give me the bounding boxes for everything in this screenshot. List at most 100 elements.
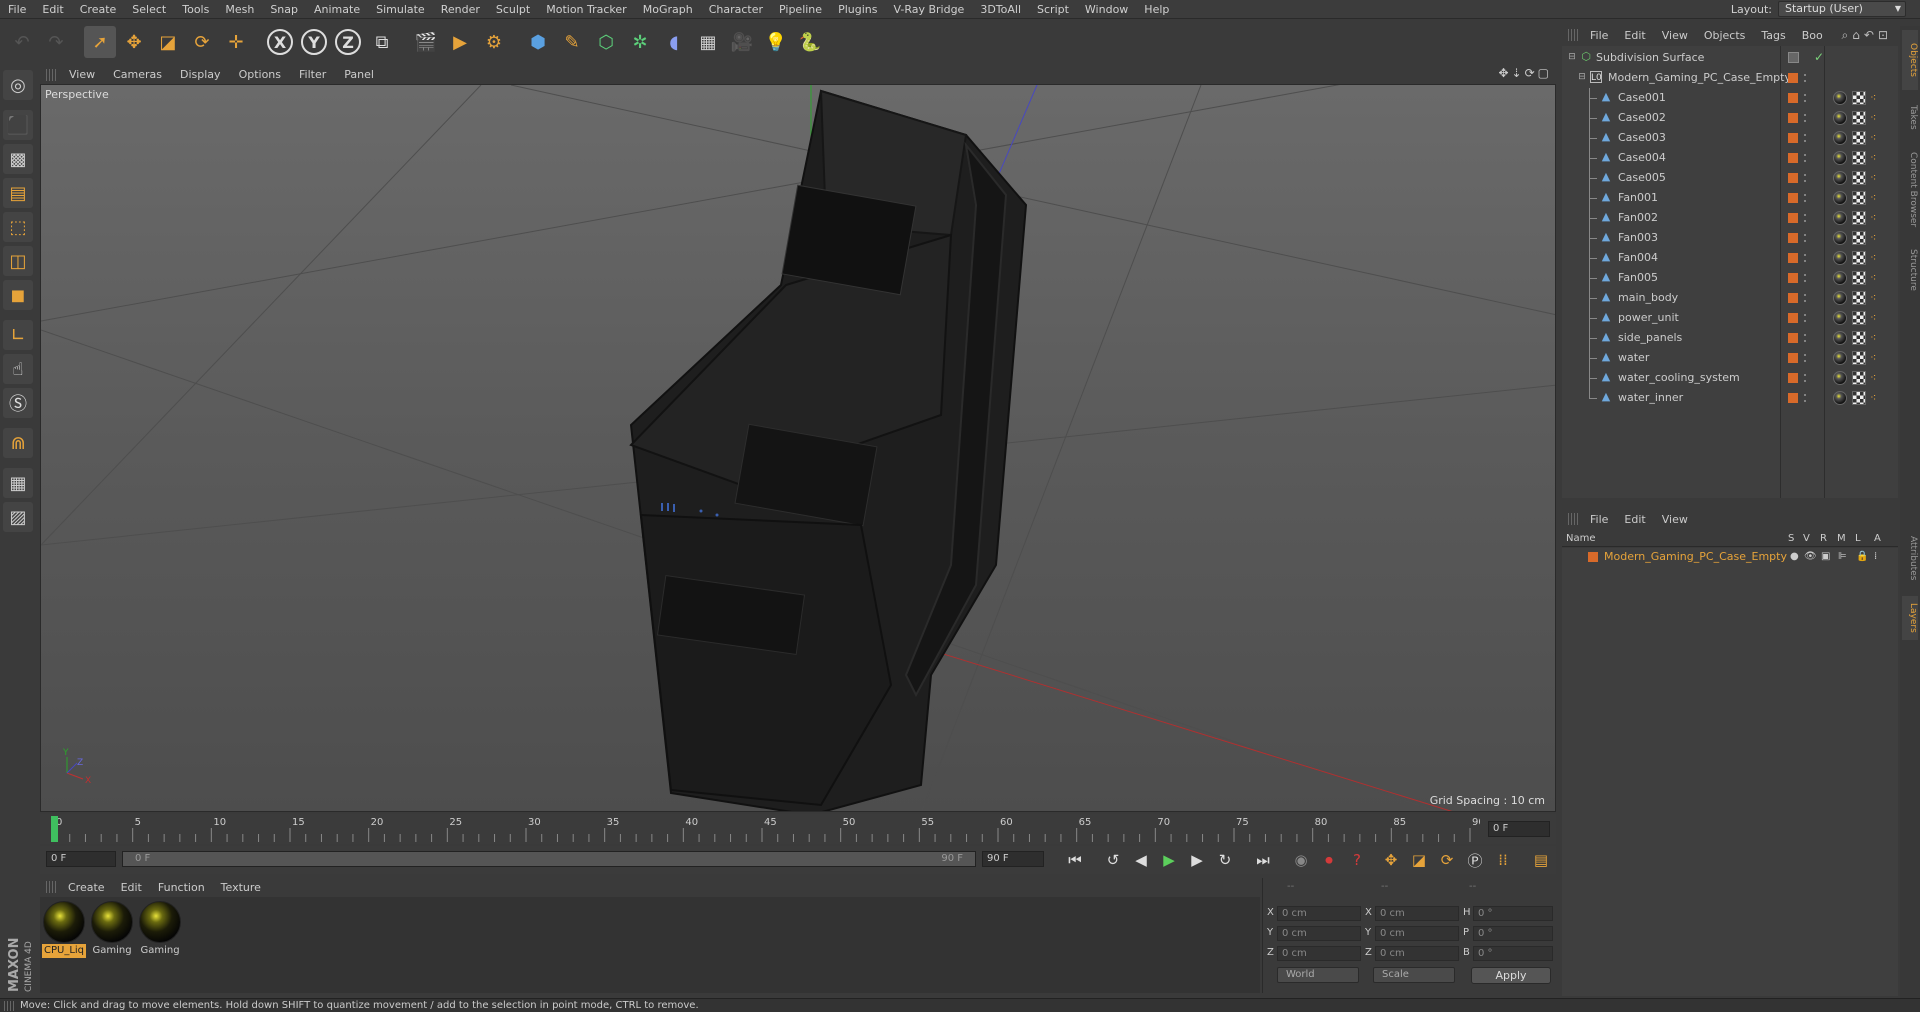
material-tag-icon[interactable] xyxy=(1833,351,1847,365)
uvw-tag-icon[interactable] xyxy=(1852,331,1866,345)
object-row-subdivision-surface[interactable]: ⊟ ⬡ Subdivision Surface ✓ xyxy=(1562,48,1898,68)
material-tag-icon[interactable] xyxy=(1833,91,1847,105)
material-tag-icon[interactable] xyxy=(1833,191,1847,205)
object-row[interactable]: ▲ Fan001 ⁖ xyxy=(1562,188,1898,208)
key-parameter-icon[interactable]: Ⓟ xyxy=(1464,849,1486,871)
viewport-menu-view[interactable]: View xyxy=(60,68,104,81)
menu-pipeline[interactable]: Pipeline xyxy=(771,0,830,19)
object-row[interactable]: ▲ water ⁖ xyxy=(1562,348,1898,368)
tab-takes[interactable]: Takes xyxy=(1902,96,1918,138)
redo-icon[interactable]: ↷ xyxy=(40,26,72,58)
object-manager-tools-icons[interactable]: ⌕⌂↶⊡ xyxy=(1842,28,1892,43)
menu-mesh[interactable]: Mesh xyxy=(217,0,262,19)
move-icon[interactable]: ✥ xyxy=(118,26,150,58)
visible-eye-icon[interactable]: 👁 xyxy=(1804,551,1817,562)
record-keys-icon[interactable]: ◉ xyxy=(1290,849,1312,871)
menu-snap[interactable]: Snap xyxy=(262,0,306,19)
render-icon[interactable]: ▣ xyxy=(1821,551,1830,562)
visibility-dots[interactable] xyxy=(1803,272,1807,284)
layers-menu-view[interactable]: View xyxy=(1654,513,1696,526)
tab-objects[interactable]: Objects xyxy=(1902,30,1918,90)
position-z-field[interactable]: 0 cm xyxy=(1277,946,1361,961)
selection-tag-icon[interactable]: ⁖ xyxy=(1870,91,1884,105)
menu-file[interactable]: File xyxy=(0,0,34,19)
model-mode-icon[interactable]: ⬛ xyxy=(3,110,33,140)
object-row[interactable]: ▲ side_panels ⁖ xyxy=(1562,328,1898,348)
layers-menu-file[interactable]: File xyxy=(1582,513,1616,526)
next-key-icon[interactable]: ↻ xyxy=(1214,849,1236,871)
menu-plugins[interactable]: Plugins xyxy=(830,0,885,19)
material-tag-icon[interactable] xyxy=(1833,251,1847,265)
current-frame-field[interactable]: 0 F xyxy=(1488,821,1550,837)
uvw-tag-icon[interactable] xyxy=(1852,91,1866,105)
viewport-navigation-icons[interactable]: ✥⇣⟳▢ xyxy=(1498,66,1552,80)
objects-menu-file[interactable]: File xyxy=(1582,29,1616,42)
points-mode-icon[interactable]: ⬚ xyxy=(3,212,33,242)
key-position-icon[interactable]: ✥ xyxy=(1380,849,1402,871)
rotation-h-field[interactable]: 0 ° xyxy=(1473,906,1553,921)
selection-tag-icon[interactable]: ⁖ xyxy=(1870,271,1884,285)
material-tag-icon[interactable] xyxy=(1833,391,1847,405)
objects-menu-objects[interactable]: Objects xyxy=(1696,29,1754,42)
uvw-tag-icon[interactable] xyxy=(1852,211,1866,225)
menu-mograph[interactable]: MoGraph xyxy=(635,0,701,19)
deformer-icon[interactable]: ◖ xyxy=(658,26,690,58)
tab-structure[interactable]: Structure xyxy=(1902,242,1918,298)
selection-tag-icon[interactable]: ⁖ xyxy=(1870,291,1884,305)
edges-mode-icon[interactable]: ◫ xyxy=(3,246,33,276)
floor-icon[interactable]: ▦ xyxy=(692,26,724,58)
uvw-tag-icon[interactable] xyxy=(1852,151,1866,165)
render-view-icon[interactable]: 🎬 xyxy=(410,26,442,58)
visibility-dots[interactable] xyxy=(1803,392,1807,404)
objects-menu-edit[interactable]: Edit xyxy=(1616,29,1653,42)
position-y-field[interactable]: 0 cm xyxy=(1277,926,1361,941)
autokey-icon[interactable]: ⏺ xyxy=(1318,849,1340,871)
position-x-field[interactable]: 0 cm xyxy=(1277,906,1361,921)
animation-icon[interactable]: ⁞ xyxy=(1874,551,1877,562)
lock-workplane-icon[interactable]: ▦ xyxy=(3,468,33,498)
timeline-ruler[interactable]: 051015202530354045505560657075808590 0 F xyxy=(40,814,1556,844)
uvw-tag-icon[interactable] xyxy=(1852,111,1866,125)
key-scale-icon[interactable]: ◪ xyxy=(1408,849,1430,871)
objects-menu-view[interactable]: View xyxy=(1654,29,1696,42)
panel-grip[interactable] xyxy=(46,881,56,893)
apply-button[interactable]: Apply xyxy=(1471,967,1551,984)
visibility-dots[interactable] xyxy=(1803,312,1807,324)
preview-range-slider[interactable]: 0 F 90 F xyxy=(122,851,976,867)
menu-tools[interactable]: Tools xyxy=(174,0,217,19)
subdivision-icon[interactable]: ⬡ xyxy=(590,26,622,58)
menu-simulate[interactable]: Simulate xyxy=(368,0,433,19)
selection-tag-icon[interactable]: ⁖ xyxy=(1870,251,1884,265)
visibility-dots[interactable] xyxy=(1803,292,1807,304)
material-menu-texture[interactable]: Texture xyxy=(213,881,269,894)
3d-viewport[interactable]: Y X Z Perspective Grid Spacing : 10 cm xyxy=(40,84,1556,812)
selection-tag-icon[interactable]: ⁖ xyxy=(1870,171,1884,185)
material-menu-function[interactable]: Function xyxy=(150,881,213,894)
selection-tag-icon[interactable]: ⁖ xyxy=(1870,191,1884,205)
visibility-dots[interactable] xyxy=(1803,92,1807,104)
selection-tag-icon[interactable]: ⁖ xyxy=(1870,311,1884,325)
panel-grip[interactable] xyxy=(1568,29,1578,41)
material-tag-icon[interactable] xyxy=(1833,371,1847,385)
object-row[interactable]: ▲ Case002 ⁖ xyxy=(1562,108,1898,128)
material-tag-icon[interactable] xyxy=(1833,111,1847,125)
tweak-mode-icon[interactable]: ☝ xyxy=(3,354,33,384)
material-swatch[interactable]: Gaming xyxy=(90,901,134,959)
menu-3dtoall[interactable]: 3DToAll xyxy=(972,0,1029,19)
viewport-menu-filter[interactable]: Filter xyxy=(290,68,335,81)
size-y-field[interactable]: 0 cm xyxy=(1375,926,1459,941)
workplane-icon[interactable]: ▤ xyxy=(3,178,33,208)
viewport-menu-panel[interactable]: Panel xyxy=(335,68,383,81)
selection-tag-icon[interactable]: ⁖ xyxy=(1870,331,1884,345)
coordinate-space-dropdown[interactable]: World xyxy=(1277,967,1359,983)
visibility-dots[interactable] xyxy=(1803,212,1807,224)
material-tag-icon[interactable] xyxy=(1833,151,1847,165)
lock-icon[interactable]: 🔒 xyxy=(1856,551,1868,562)
enabled-check-icon[interactable]: ✓ xyxy=(1814,50,1824,64)
material-tag-icon[interactable] xyxy=(1833,271,1847,285)
scale-icon[interactable]: ◪ xyxy=(152,26,184,58)
visibility-dots[interactable] xyxy=(1803,232,1807,244)
go-to-start-icon[interactable]: ⏮ xyxy=(1064,849,1086,871)
key-pla-icon[interactable]: ⁞⁞ xyxy=(1492,849,1514,871)
visibility-dots[interactable] xyxy=(1803,192,1807,204)
